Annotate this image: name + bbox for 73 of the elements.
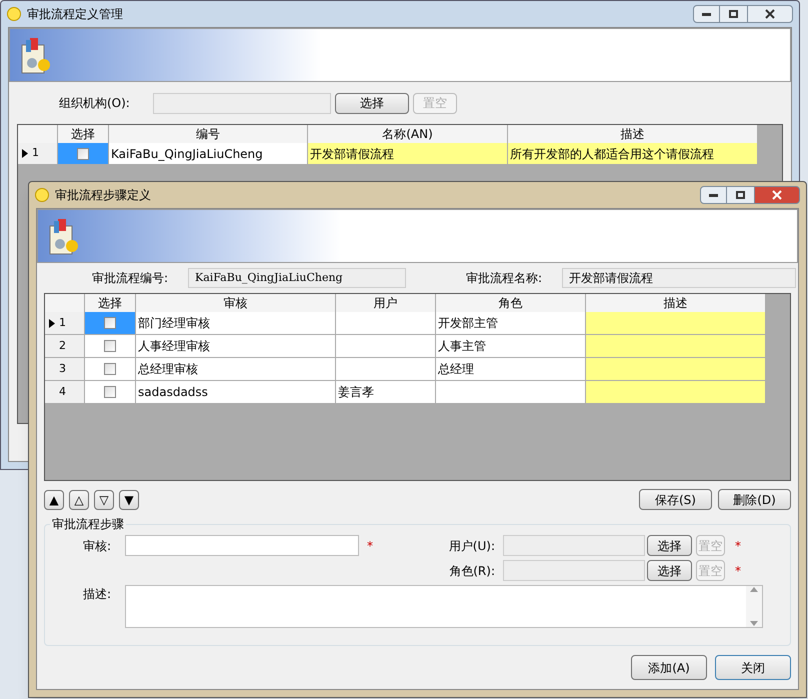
table-cell: 开发部请假流程 (308, 143, 508, 165)
table-cell: 人事经理审核 (136, 335, 336, 358)
table-cell: 总经理审核 (136, 358, 336, 381)
window-title: 审批流程定义管理 (27, 6, 123, 23)
checkbox[interactable] (104, 340, 116, 352)
column-header[interactable]: 角色 (436, 294, 586, 313)
field-label: 审核: (82, 538, 112, 554)
window-title: 审批流程步骤定义 (55, 187, 151, 204)
table-cell: 总经理 (436, 358, 586, 381)
app-icon (35, 188, 49, 202)
field-label: 审批流程名称: (466, 270, 544, 287)
review-field[interactable] (125, 535, 359, 556)
close-button[interactable] (747, 5, 793, 23)
save-button[interactable]: 保存(S) (639, 489, 712, 510)
required-mark: * (734, 562, 741, 580)
field-label: 描述: (82, 586, 112, 603)
column-header[interactable]: 编号 (109, 125, 308, 144)
column-header[interactable]: 审核 (136, 294, 336, 313)
column-header[interactable]: 名称(AN) (308, 125, 508, 144)
org-field[interactable] (153, 92, 331, 114)
description-field[interactable] (125, 585, 763, 628)
scrollbar[interactable] (746, 586, 762, 627)
column-header[interactable]: 描述 (586, 294, 766, 313)
close-icon (765, 9, 775, 19)
select-button[interactable]: 选择 (335, 92, 409, 114)
field-label: 审批流程编号: (92, 270, 170, 287)
select-button[interactable]: 选择 (647, 560, 692, 581)
row-number: 3 (59, 360, 66, 377)
field-label: 用户(U): (448, 538, 496, 554)
table-cell: 姜言孝 (336, 381, 436, 404)
scroll-up-icon[interactable] (750, 586, 758, 592)
table-cell: KaiFaBu_QingJiaLiuCheng (109, 143, 308, 165)
field-label: 组织机构(O): (59, 95, 131, 112)
user-field[interactable] (503, 535, 645, 556)
checkbox[interactable] (104, 363, 116, 375)
field-label: 角色(R): (448, 562, 496, 580)
move-button[interactable]: △ (69, 490, 89, 510)
column-header[interactable]: 用户 (336, 294, 436, 313)
name-field[interactable]: 开发部请假流程 (562, 268, 796, 288)
column-header[interactable]: 选择 (58, 125, 109, 144)
checkbox[interactable] (104, 386, 116, 398)
move-button[interactable]: ▼ (119, 490, 139, 510)
required-mark: * (734, 538, 741, 554)
close-icon (772, 190, 782, 200)
maximize-button[interactable] (727, 186, 754, 204)
move-button[interactable]: ▲ (44, 490, 64, 510)
add-button[interactable]: 添加(A) (631, 655, 707, 680)
row-number: 1 (59, 314, 66, 331)
delete-button[interactable]: 删除(D) (718, 489, 791, 510)
code-field[interactable]: KaiFaBu_QingJiaLiuCheng (188, 268, 406, 288)
select-button[interactable]: 选择 (647, 535, 692, 556)
column-header[interactable]: 描述 (508, 125, 758, 144)
move-button[interactable]: ▽ (94, 490, 114, 510)
table-cell: 开发部主管 (436, 312, 586, 335)
scroll-down-icon[interactable] (750, 621, 758, 627)
close-dialog-button[interactable]: 关闭 (715, 655, 791, 680)
app-icon (7, 7, 21, 21)
minimize-button[interactable] (700, 186, 727, 204)
minimize-button[interactable] (693, 5, 720, 23)
role-field[interactable] (503, 560, 645, 581)
column-header[interactable]: 选择 (85, 294, 136, 313)
table-cell: 所有开发部的人都适合用这个请假流程 (508, 143, 758, 165)
table-cell: sadasdadss (136, 381, 336, 404)
required-mark: * (366, 538, 374, 554)
row-number: 1 (32, 145, 39, 162)
row-number: 2 (59, 338, 66, 354)
maximize-button[interactable] (720, 5, 747, 23)
checkbox[interactable] (77, 148, 89, 160)
row-number: 4 (59, 384, 66, 400)
checkbox[interactable] (104, 317, 116, 329)
table-cell: 人事主管 (436, 335, 586, 358)
table-cell: 部门经理审核 (136, 312, 336, 335)
group-title: 审批流程步骤 (50, 515, 126, 533)
